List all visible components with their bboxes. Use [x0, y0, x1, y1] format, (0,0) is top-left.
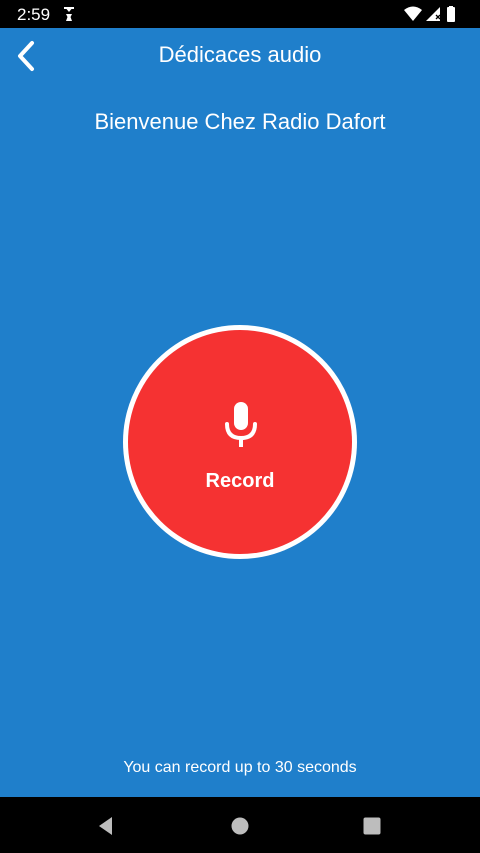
status-icons: [404, 6, 455, 22]
navigation-bar: [0, 797, 480, 853]
record-button[interactable]: Record: [128, 330, 352, 554]
recents-square-icon[interactable]: [361, 815, 383, 837]
wifi-icon: [404, 6, 422, 21]
record-ring: Record: [123, 325, 357, 559]
battery-icon: [447, 6, 455, 22]
app-bar: Dédicaces audio: [0, 28, 480, 84]
record-label: Record: [205, 470, 275, 492]
welcome-text: Bienvenue Chez Radio Dafort: [94, 109, 386, 134]
signal-icon: [426, 7, 441, 21]
page-title: Dédicaces audio: [158, 42, 322, 67]
notification-icon: [64, 7, 74, 21]
back-triangle-icon[interactable]: [95, 815, 117, 837]
status-time: 2:59: [17, 5, 51, 24]
record-hint: You can record up to 30 seconds: [123, 759, 357, 776]
microphone-icon: [225, 402, 257, 447]
status-bar: 2:59: [0, 0, 480, 28]
home-circle-icon[interactable]: [229, 815, 251, 837]
